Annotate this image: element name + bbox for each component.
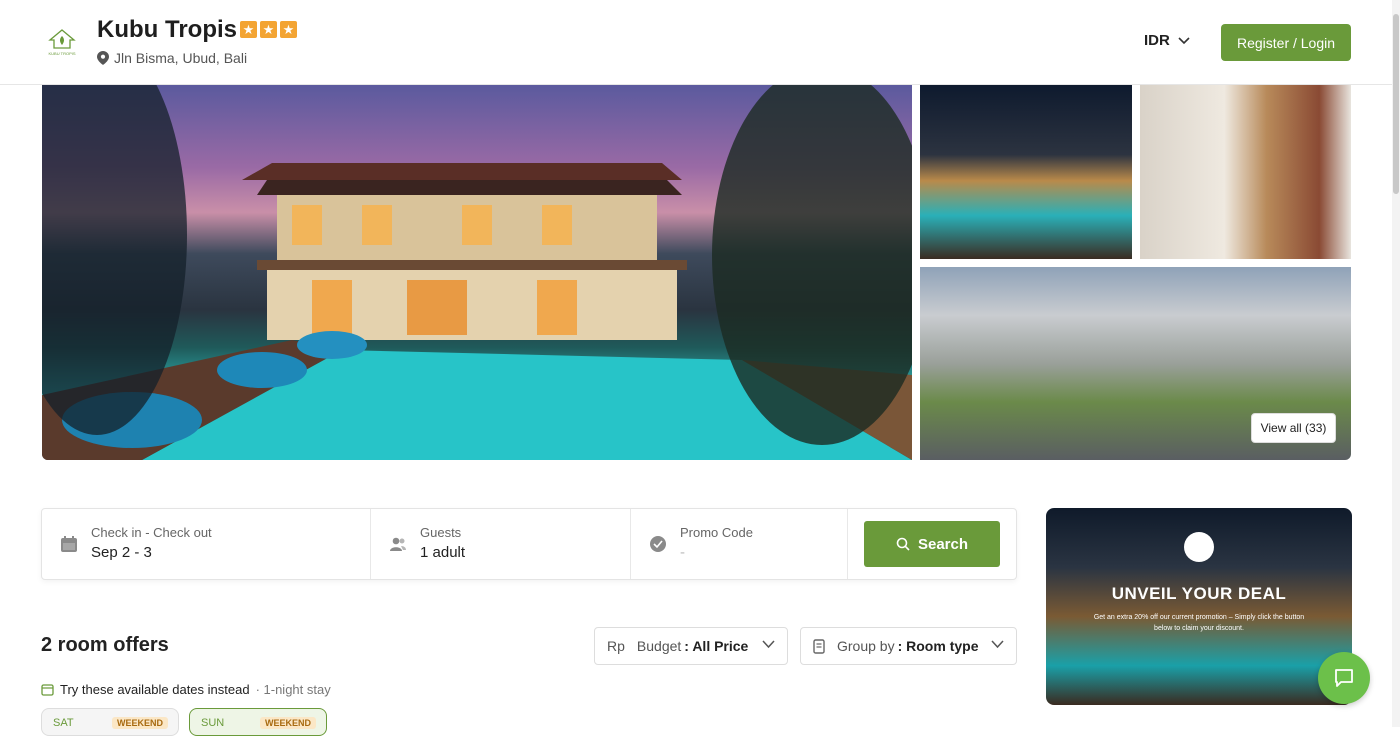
budget-prefix: Budget (636, 638, 682, 654)
available-dates-text: Try these available dates instead (60, 682, 250, 697)
currency-label: IDR (1144, 32, 1170, 49)
header: KUBU TROPIS Kubu Tropis ★ ★ ★ Jln Bisma,… (0, 0, 1392, 85)
currency-selector[interactable]: IDR (1144, 32, 1190, 49)
stay-length-text: · 1-night stay (255, 682, 331, 697)
chevron-down-icon (991, 640, 1004, 649)
star-rating: ★ ★ ★ (240, 21, 297, 38)
chevron-down-icon (1178, 36, 1190, 44)
guests-icon (390, 537, 406, 551)
promo-title: UNVEIL YOUR DEAL (1111, 584, 1287, 603)
promo-badge-icon (650, 536, 666, 552)
view-all-photos-button[interactable]: View all (33) (1251, 413, 1336, 443)
register-login-button[interactable]: Register / Login (1221, 24, 1351, 61)
scrollbar-thumb[interactable] (1393, 14, 1399, 194)
date-chip-day: SAT (53, 717, 74, 729)
chat-bubble-icon (1335, 669, 1353, 687)
promo-code-label: Promo Code (680, 525, 753, 540)
search-icon (896, 537, 910, 551)
hotel-logo[interactable]: KUBU TROPIS (44, 24, 80, 60)
budget-value: : All Price (684, 638, 749, 654)
dates-label: Check in - Check out (91, 525, 212, 540)
chat-button[interactable] (1318, 652, 1370, 704)
room-offers-title: 2 room offers (41, 634, 169, 656)
dates-value: Sep 2 - 3 (91, 544, 152, 561)
promo-banner[interactable]: UNVEIL YOUR DEAL Get an extra 20% off ou… (1046, 508, 1352, 705)
star-icon: ★ (280, 21, 297, 38)
group-by-prefix: Group by (837, 638, 895, 654)
promo-logo-icon (1184, 532, 1214, 562)
hotel-address[interactable]: Jln Bisma, Ubud, Bali (97, 50, 247, 66)
logo-text: KUBU TROPIS (48, 51, 75, 56)
promo-code-value: - (680, 544, 685, 561)
date-chip-sun[interactable]: SUN WEEKEND (189, 708, 327, 736)
guests-value: 1 adult (420, 544, 466, 561)
budget-filter-dropdown[interactable]: Rp Budget : All Price (594, 627, 788, 665)
scrollbar[interactable] (1392, 0, 1400, 727)
group-by-dropdown[interactable]: Group by : Room type (800, 627, 1017, 665)
promo-code-field[interactable]: Promo Code - (631, 509, 848, 579)
calendar-icon (61, 536, 77, 552)
dates-field[interactable]: Check in - Check out Sep 2 - 3 (42, 509, 371, 579)
promo-text: Get an extra 20% off our current promoti… (1093, 614, 1305, 632)
search-button-label: Search (917, 535, 969, 553)
star-icon: ★ (260, 21, 277, 38)
date-chip-day: SUN (201, 717, 225, 729)
booking-search-bar: Check in - Check out Sep 2 - 3 Guests 1 … (41, 508, 1017, 580)
address-text: Jln Bisma, Ubud, Bali (114, 50, 248, 66)
star-icon: ★ (240, 21, 257, 38)
guests-field[interactable]: Guests 1 adult (371, 509, 631, 579)
group-by-value: : Room type (897, 638, 979, 654)
available-dates-hint: Try these available dates instead · 1-ni… (41, 682, 331, 697)
hotel-name: Kubu Tropis (97, 16, 237, 43)
weekend-badge: WEEKEND (111, 717, 168, 729)
weekend-badge: WEEKEND (259, 717, 316, 729)
guests-label: Guests (420, 525, 462, 540)
rupiah-icon: Rp (607, 638, 625, 654)
pool-villa-illustration (42, 85, 912, 460)
date-chip-sat[interactable]: SAT WEEKEND (41, 708, 179, 736)
location-pin-icon (97, 51, 109, 65)
chevron-down-icon (762, 640, 775, 649)
document-icon (813, 638, 825, 654)
calendar-icon (41, 684, 54, 696)
photo-bedroom[interactable] (1140, 85, 1351, 259)
photo-pool-night[interactable] (920, 85, 1132, 259)
main-photo-pool[interactable] (42, 85, 912, 460)
search-button[interactable]: Search (864, 521, 1000, 567)
